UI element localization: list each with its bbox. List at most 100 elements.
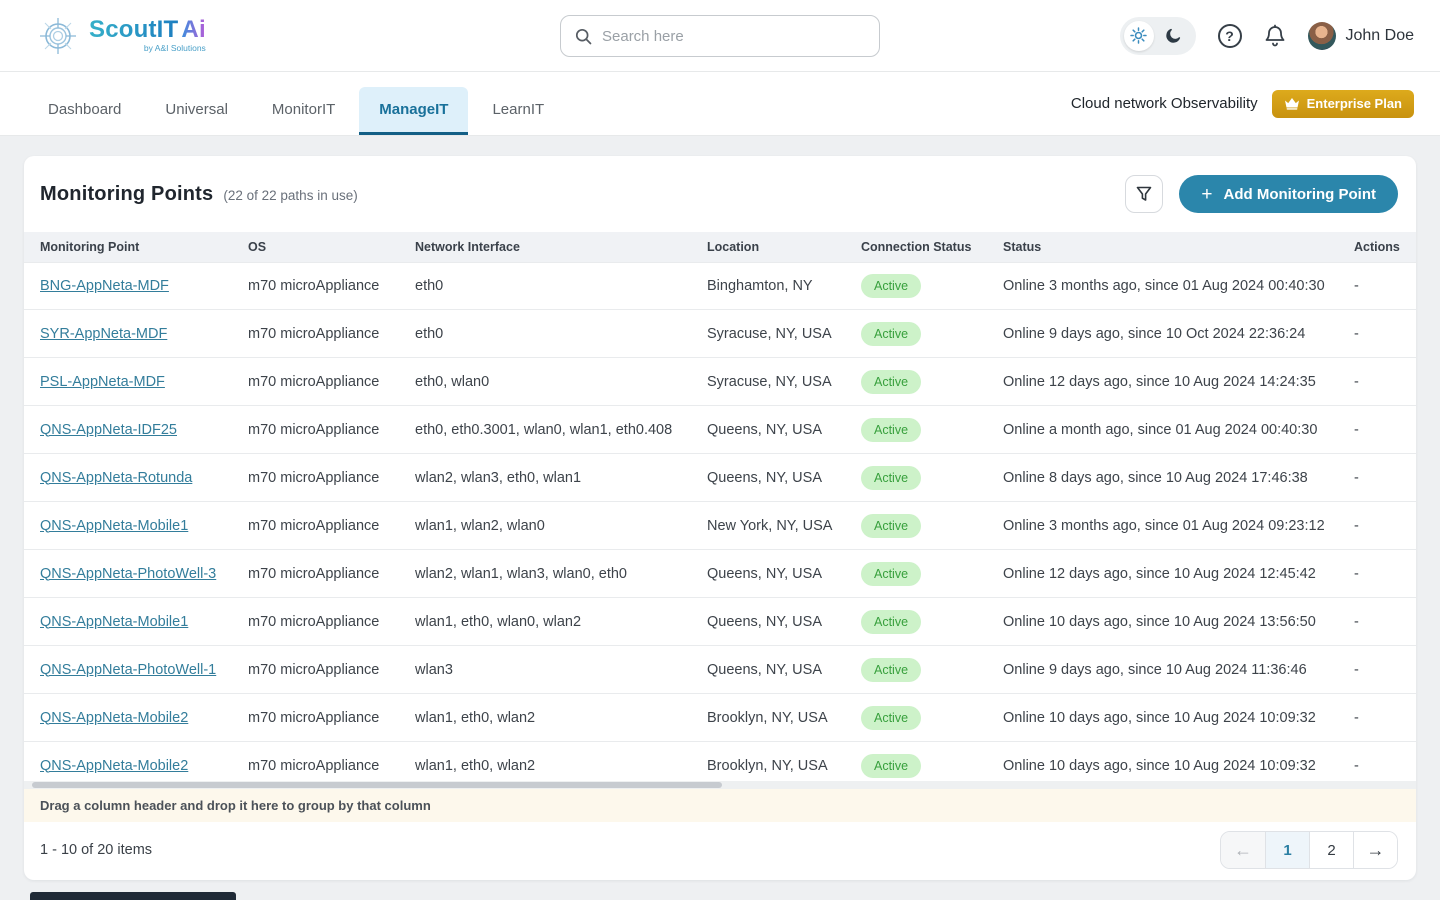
monitoring-point-link[interactable]: QNS-AppNeta-PhotoWell-1 [40, 662, 216, 678]
table-row: QNS-AppNeta-Mobile2m70 microAppliancewla… [24, 694, 1416, 742]
cell-network-interface: wlan1, wlan2, wlan0 [415, 518, 707, 534]
bell-icon [1264, 24, 1286, 48]
horizontal-scrollbar[interactable] [24, 781, 1416, 789]
cell-os: m70 microAppliance [248, 422, 415, 438]
sun-icon[interactable] [1124, 21, 1154, 51]
column-header-os[interactable]: OS [248, 240, 415, 254]
monitoring-point-link[interactable]: SYR-AppNeta-MDF [40, 326, 167, 342]
cell-os: m70 microAppliance [248, 614, 415, 630]
monitoring-point-link[interactable]: QNS-AppNeta-IDF25 [40, 422, 177, 438]
active-status-badge: Active [861, 562, 921, 586]
active-status-badge: Active [861, 322, 921, 346]
cell-status: Online 3 months ago, since 01 Aug 2024 0… [1003, 518, 1354, 534]
active-status-badge: Active [861, 418, 921, 442]
cell-actions: - [1354, 566, 1400, 582]
tab-manageit[interactable]: ManageIT [359, 87, 468, 135]
monitoring-point-link[interactable]: PSL-AppNeta-MDF [40, 374, 165, 390]
cell-os: m70 microAppliance [248, 662, 415, 678]
active-status-badge: Active [861, 370, 921, 394]
table-row: SYR-AppNeta-MDFm70 microApplianceeth0Syr… [24, 310, 1416, 358]
notifications-button[interactable] [1264, 24, 1286, 48]
next-page-button[interactable]: → [1353, 832, 1397, 868]
page-button-1[interactable]: 1 [1265, 832, 1309, 868]
search-input[interactable] [602, 28, 865, 45]
group-by-dropzone[interactable]: Drag a column header and drop it here to… [24, 789, 1416, 822]
observability-label: Cloud network Observability [1071, 95, 1258, 112]
theme-toggle[interactable] [1120, 17, 1196, 55]
filter-button[interactable] [1125, 175, 1163, 213]
monitoring-point-link[interactable]: QNS-AppNeta-Mobile1 [40, 518, 188, 534]
filter-icon [1136, 186, 1152, 202]
app-logo[interactable]: ScoutITAi by A&I Solutions [36, 14, 206, 58]
plan-badge[interactable]: Enterprise Plan [1272, 90, 1414, 118]
help-icon: ? [1218, 24, 1242, 48]
tab-dashboard[interactable]: Dashboard [28, 87, 141, 135]
user-menu[interactable]: John Doe [1308, 22, 1415, 50]
monitoring-point-link[interactable]: QNS-AppNeta-Mobile2 [40, 758, 188, 774]
cell-network-interface: wlan1, eth0, wlan0, wlan2 [415, 614, 707, 630]
arrow-right-icon: → [1367, 840, 1385, 861]
table-row: QNS-AppNeta-PhotoWell-3m70 microApplianc… [24, 550, 1416, 598]
logo-brand-main: ScoutIT [89, 16, 178, 43]
column-header-connection-status[interactable]: Connection Status [861, 240, 1003, 254]
tab-monitorit[interactable]: MonitorIT [252, 87, 355, 135]
cell-actions: - [1354, 374, 1400, 390]
help-button[interactable]: ? [1218, 24, 1242, 48]
cell-os: m70 microAppliance [248, 518, 415, 534]
table-row: QNS-AppNeta-PhotoWell-1 m70 microApplianc… [24, 646, 1416, 694]
pager: ← 12 → [1220, 831, 1398, 869]
cell-os: m70 microAppliance [248, 470, 415, 486]
cell-monitoring-point: QNS-AppNeta-Mobile2 [40, 758, 248, 774]
cell-monitoring-point: PSL-AppNeta-MDF [40, 374, 248, 390]
top-bar: ScoutITAi by A&I Solutions [0, 0, 1440, 72]
cell-network-interface: wlan3 [415, 662, 707, 678]
cell-status: Online 10 days ago, since 10 Aug 2024 10… [1003, 710, 1354, 726]
column-header-actions[interactable]: Actions [1354, 240, 1400, 254]
tab-universal[interactable]: Universal [145, 87, 248, 135]
cell-actions: - [1354, 278, 1400, 294]
cell-status: Online 9 days ago, since 10 Oct 2024 22:… [1003, 326, 1354, 342]
cell-connection-status: Active [861, 418, 1003, 442]
cell-status: Online 3 months ago, since 01 Aug 2024 0… [1003, 278, 1354, 294]
cell-connection-status: Active [861, 370, 1003, 394]
add-monitoring-point-button[interactable]: + Add Monitoring Point [1179, 175, 1398, 213]
scrollbar-thumb[interactable] [32, 782, 722, 788]
tab-learnit[interactable]: LearnIT [472, 87, 564, 135]
table-body: BNG-AppNeta-MDFm70 microApplianceeth0Bin… [24, 262, 1416, 790]
active-status-badge: Active [861, 610, 921, 634]
cell-network-interface: eth0, wlan0 [415, 374, 707, 390]
column-header-status[interactable]: Status [1003, 240, 1354, 254]
page-button-2[interactable]: 2 [1309, 832, 1353, 868]
column-header-network-interface[interactable]: Network Interface [415, 240, 707, 254]
table-row: QNS-AppNeta-Mobile1 m70 microAppliancewla… [24, 502, 1416, 550]
cell-network-interface: wlan2, wlan3, eth0, wlan1 [415, 470, 707, 486]
nav-right: Cloud network Observability Enterprise P… [1071, 90, 1414, 118]
pagination-bar: 1 - 10 of 20 items ← 12 → [24, 822, 1416, 880]
add-monitoring-point-label: Add Monitoring Point [1224, 186, 1376, 203]
cell-connection-status: Active [861, 322, 1003, 346]
cell-location: New York, NY, USA [707, 518, 861, 534]
monitoring-point-link[interactable]: QNS-AppNeta-Rotunda [40, 470, 192, 486]
moon-icon[interactable] [1158, 21, 1188, 51]
global-search[interactable] [560, 15, 880, 57]
plan-badge-label: Enterprise Plan [1307, 96, 1402, 111]
cell-network-interface: eth0 [415, 326, 707, 342]
bottom-overlay-bar [30, 892, 236, 900]
previous-page-button[interactable]: ← [1221, 832, 1265, 868]
cell-location: Syracuse, NY, USA [707, 326, 861, 342]
active-status-badge: Active [861, 274, 921, 298]
column-header-monitoring-point[interactable]: Monitoring Point [40, 240, 248, 254]
column-header-location[interactable]: Location [707, 240, 861, 254]
active-status-badge: Active [861, 466, 921, 490]
cell-actions: - [1354, 326, 1400, 342]
monitoring-point-link[interactable]: QNS-AppNeta-Mobile1 [40, 614, 188, 630]
monitoring-points-table: Monitoring PointOSNetwork InterfaceLocat… [24, 232, 1416, 789]
monitoring-point-link[interactable]: BNG-AppNeta-MDF [40, 278, 169, 294]
cell-actions: - [1354, 710, 1400, 726]
page-content: Monitoring Points (22 of 22 paths in use… [0, 136, 1440, 900]
monitoring-point-link[interactable]: QNS-AppNeta-Mobile2 [40, 710, 188, 726]
cell-location: Queens, NY, USA [707, 422, 861, 438]
monitoring-point-link[interactable]: QNS-AppNeta-PhotoWell-3 [40, 566, 216, 582]
cell-actions: - [1354, 614, 1400, 630]
cell-actions: - [1354, 662, 1400, 678]
